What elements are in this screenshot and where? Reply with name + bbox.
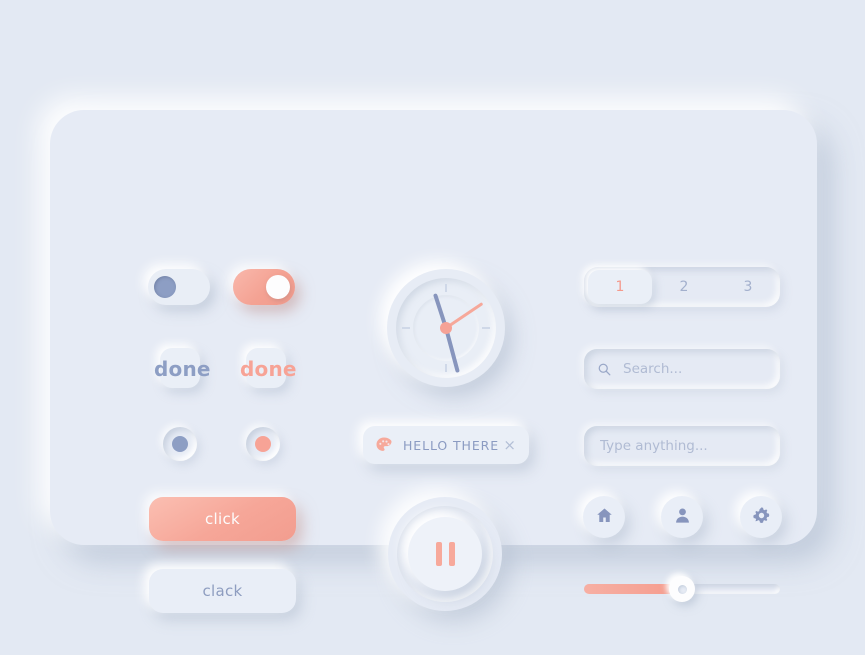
click-button-label: click: [204, 510, 240, 528]
analog-clock: [387, 269, 505, 387]
home-button[interactable]: [583, 496, 625, 538]
slider-fill: [584, 584, 682, 594]
text-input[interactable]: [598, 437, 773, 455]
toggle-knob: [154, 276, 176, 298]
tab-3[interactable]: 3: [716, 267, 780, 307]
ui-kit-card: done done click clack HELLO THERE × 1 2 …: [50, 110, 817, 613]
settings-button[interactable]: [740, 496, 782, 538]
clack-button[interactable]: clack: [149, 569, 296, 613]
search-icon: [597, 362, 612, 377]
pause-button[interactable]: [408, 517, 482, 591]
checkbox-done-blue-label: done: [154, 357, 211, 381]
clock-tick-12-icon: [445, 284, 447, 292]
clock-tick-9-icon: [402, 327, 410, 329]
media-control: [388, 497, 502, 611]
radio-dot-icon: [172, 436, 188, 452]
user-icon: [673, 506, 692, 529]
toggle-switch-on[interactable]: [233, 269, 295, 305]
clock-tick-3-icon: [482, 327, 490, 329]
tab-2[interactable]: 2: [652, 267, 716, 307]
radio-button-pink[interactable]: [246, 427, 280, 461]
tab-1[interactable]: 1: [588, 270, 652, 304]
slider-thumb[interactable]: [669, 576, 695, 602]
pause-icon-bar-right: [448, 542, 455, 566]
range-slider[interactable]: [584, 576, 780, 602]
profile-button[interactable]: [661, 496, 703, 538]
app-root: done done click clack HELLO THERE × 1 2 …: [0, 0, 865, 655]
gear-icon: [752, 506, 771, 529]
checkbox-done-pink-label: done: [240, 357, 297, 381]
home-icon: [595, 506, 614, 529]
text-field[interactable]: [584, 426, 780, 466]
toggle-switch-off[interactable]: [148, 269, 210, 305]
search-input[interactable]: [621, 360, 796, 378]
clack-button-label: clack: [202, 582, 243, 600]
tag-chip[interactable]: HELLO THERE ×: [363, 426, 529, 464]
radio-button-blue[interactable]: [163, 427, 197, 461]
palette-icon: [374, 435, 394, 455]
close-icon[interactable]: ×: [503, 437, 516, 453]
tag-chip-label: HELLO THERE: [403, 437, 500, 453]
pause-icon-bar-left: [435, 542, 442, 566]
toggle-knob: [266, 275, 290, 299]
tab-bar: 1 2 3: [584, 267, 780, 307]
slider-thumb-center: [677, 584, 687, 594]
radio-dot-icon: [255, 436, 271, 452]
search-field[interactable]: [584, 349, 796, 389]
clock-tick-6-icon: [445, 364, 447, 372]
click-button[interactable]: click: [149, 497, 296, 541]
clock-center-pin: [440, 322, 452, 334]
